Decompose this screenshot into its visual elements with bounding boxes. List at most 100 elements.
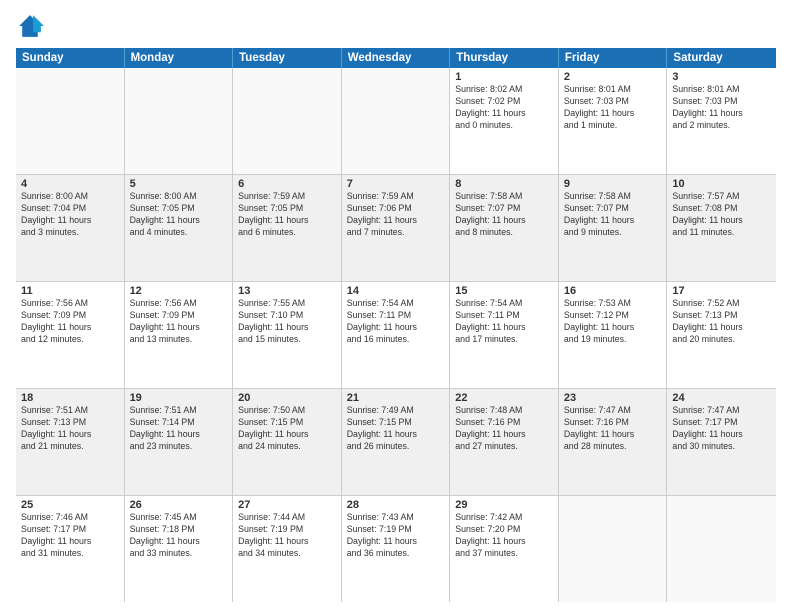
calendar-empty-cell	[667, 496, 776, 602]
calendar-day-cell: 27Sunrise: 7:44 AM Sunset: 7:19 PM Dayli…	[233, 496, 342, 602]
day-info: Sunrise: 7:51 AM Sunset: 7:13 PM Dayligh…	[21, 405, 119, 453]
day-info: Sunrise: 7:51 AM Sunset: 7:14 PM Dayligh…	[130, 405, 228, 453]
calendar-day-cell: 5Sunrise: 8:00 AM Sunset: 7:05 PM Daylig…	[125, 175, 234, 281]
calendar-week: 11Sunrise: 7:56 AM Sunset: 7:09 PM Dayli…	[16, 282, 776, 389]
day-number: 20	[238, 392, 336, 404]
calendar-day-cell: 28Sunrise: 7:43 AM Sunset: 7:19 PM Dayli…	[342, 496, 451, 602]
calendar-day-cell: 14Sunrise: 7:54 AM Sunset: 7:11 PM Dayli…	[342, 282, 451, 388]
header	[16, 12, 776, 40]
calendar-day-cell: 8Sunrise: 7:58 AM Sunset: 7:07 PM Daylig…	[450, 175, 559, 281]
calendar-empty-cell	[125, 68, 234, 174]
calendar-day-cell: 7Sunrise: 7:59 AM Sunset: 7:06 PM Daylig…	[342, 175, 451, 281]
day-number: 6	[238, 178, 336, 190]
calendar-empty-cell	[342, 68, 451, 174]
day-info: Sunrise: 7:47 AM Sunset: 7:17 PM Dayligh…	[672, 405, 771, 453]
calendar-day-cell: 17Sunrise: 7:52 AM Sunset: 7:13 PM Dayli…	[667, 282, 776, 388]
calendar-day-cell: 11Sunrise: 7:56 AM Sunset: 7:09 PM Dayli…	[16, 282, 125, 388]
day-number: 5	[130, 178, 228, 190]
calendar-day-cell: 24Sunrise: 7:47 AM Sunset: 7:17 PM Dayli…	[667, 389, 776, 495]
day-info: Sunrise: 7:59 AM Sunset: 7:06 PM Dayligh…	[347, 191, 445, 239]
calendar-day-cell: 13Sunrise: 7:55 AM Sunset: 7:10 PM Dayli…	[233, 282, 342, 388]
calendar-day-cell: 25Sunrise: 7:46 AM Sunset: 7:17 PM Dayli…	[16, 496, 125, 602]
calendar-day-cell: 16Sunrise: 7:53 AM Sunset: 7:12 PM Dayli…	[559, 282, 668, 388]
day-number: 19	[130, 392, 228, 404]
calendar-day-cell: 6Sunrise: 7:59 AM Sunset: 7:05 PM Daylig…	[233, 175, 342, 281]
day-number: 27	[238, 499, 336, 511]
day-info: Sunrise: 7:52 AM Sunset: 7:13 PM Dayligh…	[672, 298, 771, 346]
calendar-header-cell: Wednesday	[342, 48, 451, 68]
day-info: Sunrise: 7:50 AM Sunset: 7:15 PM Dayligh…	[238, 405, 336, 453]
calendar-day-cell: 12Sunrise: 7:56 AM Sunset: 7:09 PM Dayli…	[125, 282, 234, 388]
day-number: 4	[21, 178, 119, 190]
calendar-day-cell: 29Sunrise: 7:42 AM Sunset: 7:20 PM Dayli…	[450, 496, 559, 602]
calendar-header-cell: Friday	[559, 48, 668, 68]
day-number: 21	[347, 392, 445, 404]
day-info: Sunrise: 7:54 AM Sunset: 7:11 PM Dayligh…	[455, 298, 553, 346]
day-number: 17	[672, 285, 771, 297]
day-info: Sunrise: 7:45 AM Sunset: 7:18 PM Dayligh…	[130, 512, 228, 560]
day-info: Sunrise: 7:53 AM Sunset: 7:12 PM Dayligh…	[564, 298, 662, 346]
day-info: Sunrise: 8:01 AM Sunset: 7:03 PM Dayligh…	[672, 84, 771, 132]
day-number: 8	[455, 178, 553, 190]
calendar-header: SundayMondayTuesdayWednesdayThursdayFrid…	[16, 48, 776, 68]
day-number: 29	[455, 499, 553, 511]
day-info: Sunrise: 7:48 AM Sunset: 7:16 PM Dayligh…	[455, 405, 553, 453]
day-number: 25	[21, 499, 119, 511]
day-number: 11	[21, 285, 119, 297]
calendar-day-cell: 19Sunrise: 7:51 AM Sunset: 7:14 PM Dayli…	[125, 389, 234, 495]
day-info: Sunrise: 7:58 AM Sunset: 7:07 PM Dayligh…	[564, 191, 662, 239]
day-info: Sunrise: 7:59 AM Sunset: 7:05 PM Dayligh…	[238, 191, 336, 239]
calendar-day-cell: 9Sunrise: 7:58 AM Sunset: 7:07 PM Daylig…	[559, 175, 668, 281]
day-info: Sunrise: 7:42 AM Sunset: 7:20 PM Dayligh…	[455, 512, 553, 560]
calendar-day-cell: 26Sunrise: 7:45 AM Sunset: 7:18 PM Dayli…	[125, 496, 234, 602]
day-number: 1	[455, 71, 553, 83]
day-number: 10	[672, 178, 771, 190]
calendar-day-cell: 1Sunrise: 8:02 AM Sunset: 7:02 PM Daylig…	[450, 68, 559, 174]
day-number: 15	[455, 285, 553, 297]
calendar-day-cell: 18Sunrise: 7:51 AM Sunset: 7:13 PM Dayli…	[16, 389, 125, 495]
calendar-day-cell: 15Sunrise: 7:54 AM Sunset: 7:11 PM Dayli…	[450, 282, 559, 388]
calendar-header-cell: Sunday	[16, 48, 125, 68]
day-info: Sunrise: 7:56 AM Sunset: 7:09 PM Dayligh…	[21, 298, 119, 346]
day-number: 26	[130, 499, 228, 511]
day-info: Sunrise: 7:44 AM Sunset: 7:19 PM Dayligh…	[238, 512, 336, 560]
calendar-week: 4Sunrise: 8:00 AM Sunset: 7:04 PM Daylig…	[16, 175, 776, 282]
day-info: Sunrise: 7:55 AM Sunset: 7:10 PM Dayligh…	[238, 298, 336, 346]
calendar-header-cell: Monday	[125, 48, 234, 68]
day-info: Sunrise: 7:47 AM Sunset: 7:16 PM Dayligh…	[564, 405, 662, 453]
day-info: Sunrise: 7:58 AM Sunset: 7:07 PM Dayligh…	[455, 191, 553, 239]
calendar-week: 25Sunrise: 7:46 AM Sunset: 7:17 PM Dayli…	[16, 496, 776, 602]
calendar-header-cell: Tuesday	[233, 48, 342, 68]
calendar-header-cell: Saturday	[667, 48, 776, 68]
day-number: 16	[564, 285, 662, 297]
calendar-day-cell: 20Sunrise: 7:50 AM Sunset: 7:15 PM Dayli…	[233, 389, 342, 495]
logo	[16, 12, 48, 40]
day-info: Sunrise: 7:43 AM Sunset: 7:19 PM Dayligh…	[347, 512, 445, 560]
day-number: 2	[564, 71, 662, 83]
calendar-empty-cell	[233, 68, 342, 174]
day-info: Sunrise: 7:46 AM Sunset: 7:17 PM Dayligh…	[21, 512, 119, 560]
calendar-day-cell: 22Sunrise: 7:48 AM Sunset: 7:16 PM Dayli…	[450, 389, 559, 495]
day-info: Sunrise: 7:56 AM Sunset: 7:09 PM Dayligh…	[130, 298, 228, 346]
calendar-day-cell: 3Sunrise: 8:01 AM Sunset: 7:03 PM Daylig…	[667, 68, 776, 174]
logo-icon	[16, 12, 44, 40]
day-number: 7	[347, 178, 445, 190]
calendar-empty-cell	[559, 496, 668, 602]
day-number: 24	[672, 392, 771, 404]
day-info: Sunrise: 8:00 AM Sunset: 7:05 PM Dayligh…	[130, 191, 228, 239]
day-info: Sunrise: 7:57 AM Sunset: 7:08 PM Dayligh…	[672, 191, 771, 239]
day-number: 9	[564, 178, 662, 190]
calendar-day-cell: 21Sunrise: 7:49 AM Sunset: 7:15 PM Dayli…	[342, 389, 451, 495]
day-number: 14	[347, 285, 445, 297]
page: SundayMondayTuesdayWednesdayThursdayFrid…	[0, 0, 792, 612]
day-number: 13	[238, 285, 336, 297]
calendar-day-cell: 23Sunrise: 7:47 AM Sunset: 7:16 PM Dayli…	[559, 389, 668, 495]
day-info: Sunrise: 7:49 AM Sunset: 7:15 PM Dayligh…	[347, 405, 445, 453]
calendar-empty-cell	[16, 68, 125, 174]
calendar-body: 1Sunrise: 8:02 AM Sunset: 7:02 PM Daylig…	[16, 68, 776, 602]
calendar-day-cell: 10Sunrise: 7:57 AM Sunset: 7:08 PM Dayli…	[667, 175, 776, 281]
day-number: 18	[21, 392, 119, 404]
day-info: Sunrise: 8:02 AM Sunset: 7:02 PM Dayligh…	[455, 84, 553, 132]
day-info: Sunrise: 7:54 AM Sunset: 7:11 PM Dayligh…	[347, 298, 445, 346]
calendar-week: 1Sunrise: 8:02 AM Sunset: 7:02 PM Daylig…	[16, 68, 776, 175]
